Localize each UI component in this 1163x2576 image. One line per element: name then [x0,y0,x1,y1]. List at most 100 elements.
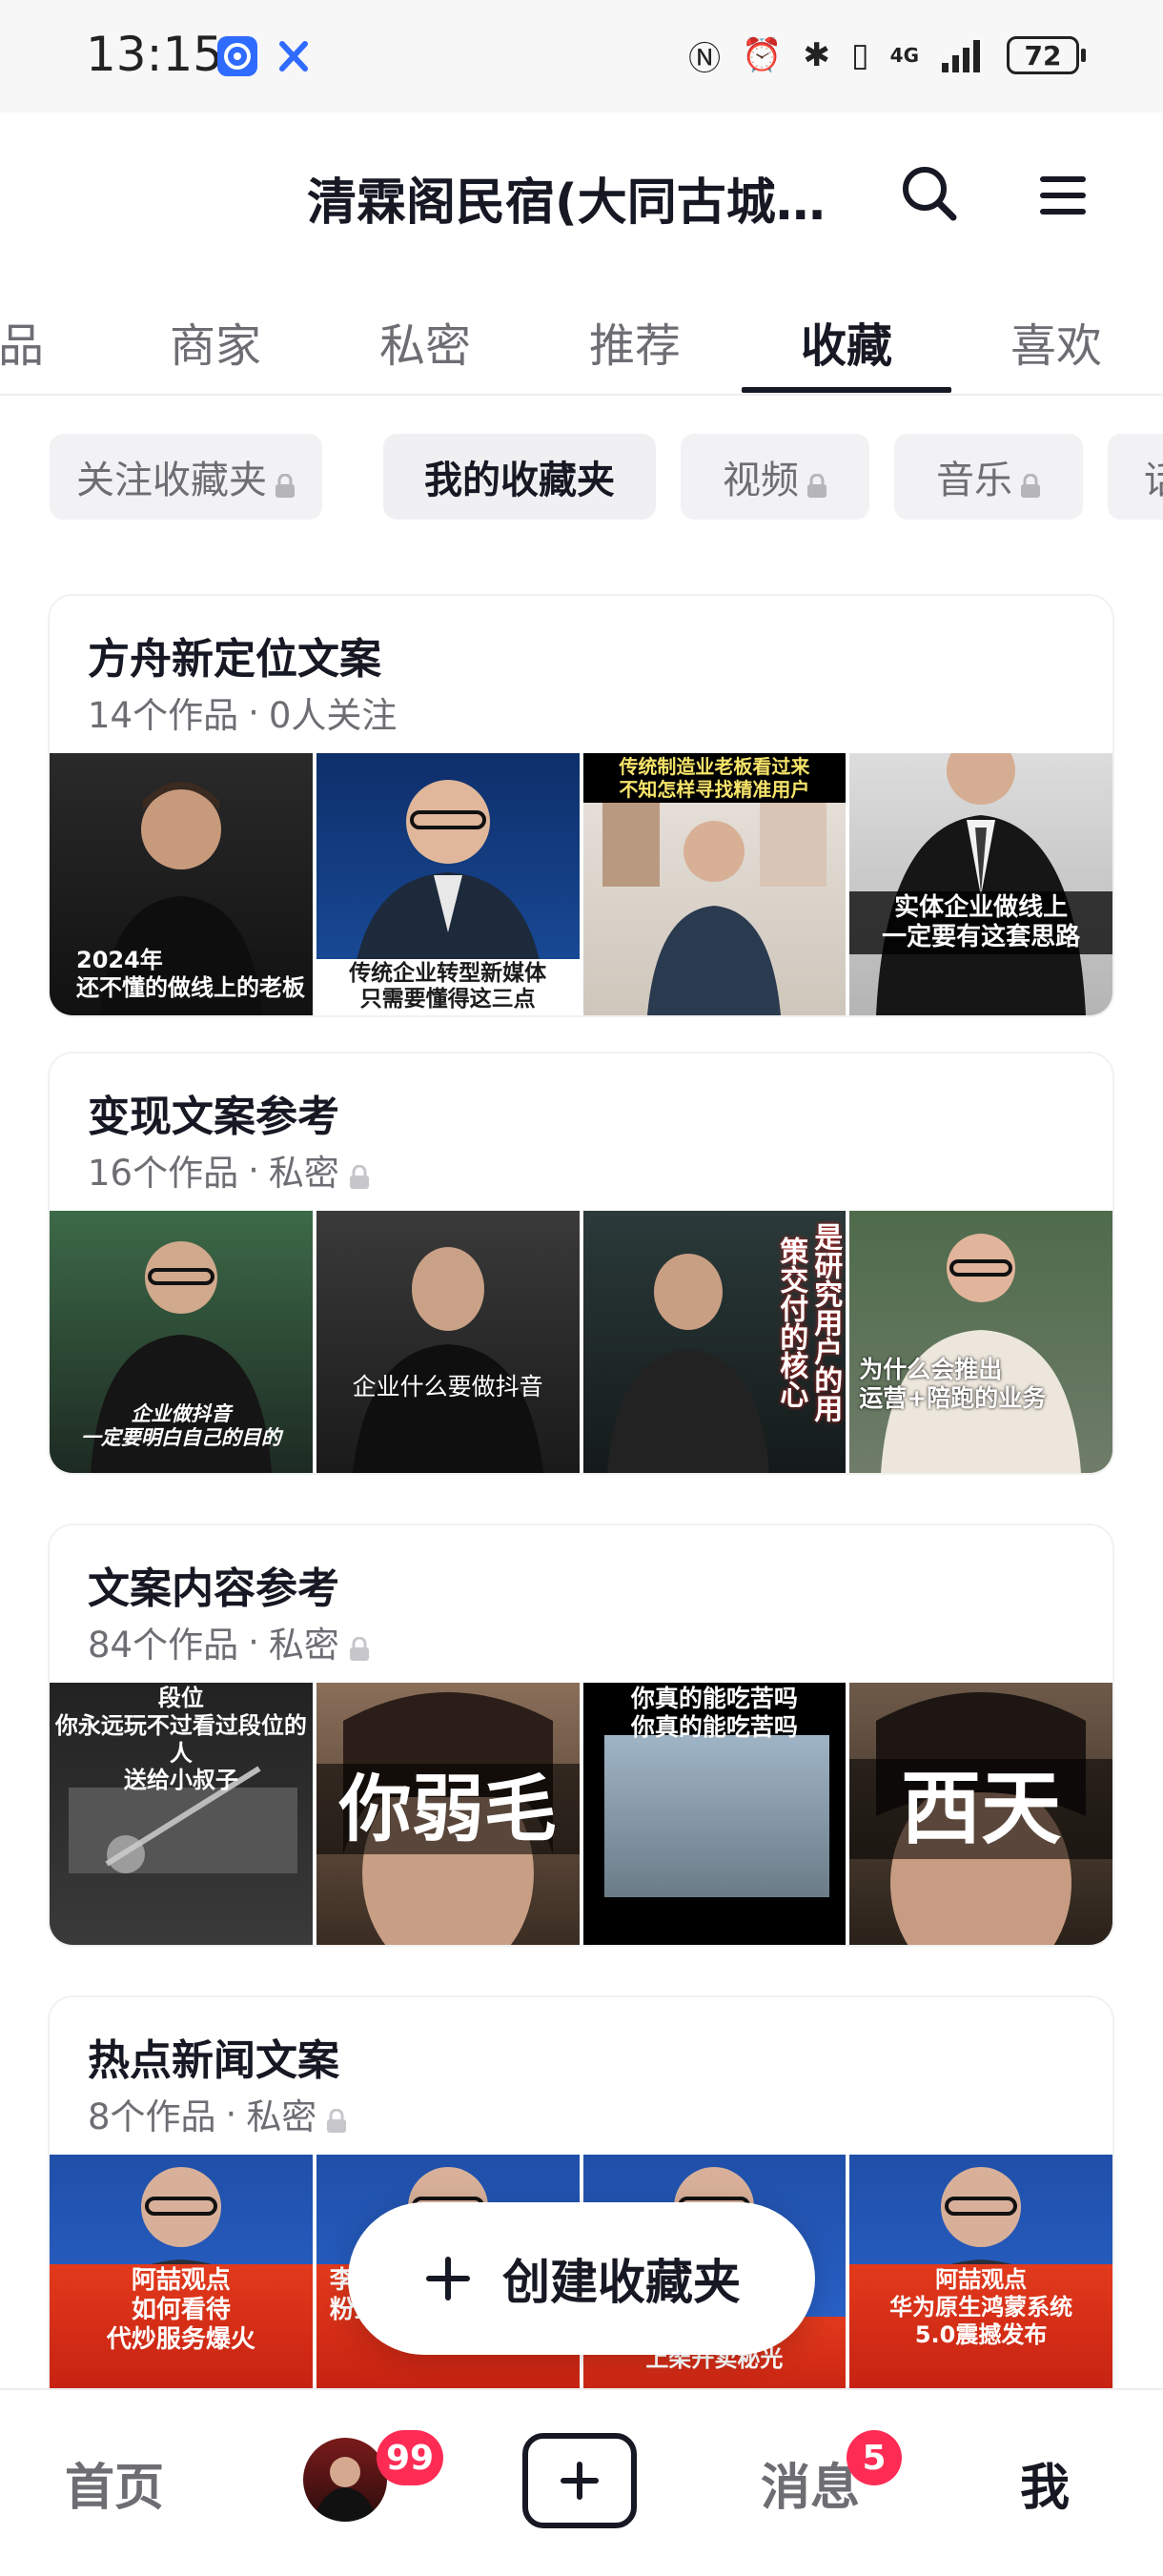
person-image [876,753,1087,1015]
folder-card[interactable]: 方舟新定位文案 14个作品 · 0人关注 2024年 还不懂的做线上的老板 传统… [50,596,1112,1015]
network-label: 4G [889,44,919,67]
hamburger-icon [1040,176,1086,215]
tab-merchant[interactable]: 商家 [170,308,261,375]
chip-label: 关注收藏夹 [76,459,267,502]
person-image [606,1254,769,1473]
signal-icon [942,40,980,72]
lock-icon [326,2101,347,2133]
nav-messages[interactable]: 消息 [761,2447,860,2519]
video-thumbnail[interactable]: 企业什么要做抖音 [316,1211,580,1473]
nav-home[interactable]: 首页 [65,2447,164,2519]
folder-followers: 0人关注 [268,695,398,736]
profile-tabs: 品 商家 私密 推荐 收藏 喜欢 [0,291,1163,396]
x-notification-icon [276,36,311,76]
video-thumbnail[interactable]: 是研究用户的用 策交付的核心 [582,1211,847,1473]
folder-card[interactable]: 文案内容参考 84个作品 · 私密 段位 你永远玩不过看过段位的人 送给小叔子 … [50,1525,1112,1945]
folder-privacy: 私密 [268,1625,339,1666]
lock-icon [349,1629,370,1661]
avatar-image [313,2457,377,2522]
thumbnail-caption: 传统制造业老板看过来 不知怎样寻找精准用户 [582,753,847,803]
thumbnail-caption: 2024年 还不懂的做线上的老板 [76,947,305,1002]
page-title: 清霖阁民宿(大同古城… [307,174,826,232]
chip-label: 音乐 [936,459,1012,502]
tab-works[interactable]: 品 [0,308,44,375]
chip-topics[interactable]: 话 [1108,434,1163,520]
video-thumbnail[interactable]: 阿喆观点 如何看待 代炒服务爆火 [50,2155,313,2417]
thumbnail-caption: 西天 [849,1759,1112,1859]
folder-count: 84个作品 [88,1625,239,1666]
alarm-icon: ⏰ [742,36,783,74]
plus-icon [561,2462,599,2500]
folder-name: 方舟新定位文案 [88,635,381,684]
folder-thumbnails: 段位 你永远玩不过看过段位的人 送给小叔子 你弱毛 你真的能吃苦吗 你真的能吃苦… [50,1683,1112,1945]
video-thumbnail[interactable]: 传统企业转型新媒体 只需要懂得这三点 [316,753,580,1015]
video-thumbnail[interactable]: 为什么会推出 运营+陪跑的业务 [849,1211,1112,1473]
avatar-notification-badge: 99 [377,2430,444,2485]
lock-icon [806,464,827,498]
plus-icon [426,2257,470,2300]
chip-followed-folders[interactable]: 关注收藏夹 [50,434,322,520]
folder-name: 变现文案参考 [88,1093,339,1141]
folder-name: 热点新闻文案 [88,2036,339,2085]
meta-separator: · [248,1621,259,1663]
bottom-nav: 首页 99 消息 5 我 [0,2388,1163,2576]
chip-my-folders[interactable]: 我的收藏夹 [383,434,656,520]
person-image [352,1247,543,1473]
tab-likes[interactable]: 喜欢 [1010,308,1102,375]
person-image [881,1234,1082,1473]
tab-private[interactable]: 私密 [379,308,471,375]
battery-indicator: 72 [1007,36,1086,74]
thumbnail-caption: 实体企业做线上 一定要有这套思路 [849,891,1112,955]
tabs-divider [0,394,1163,396]
folder-meta: 84个作品 · 私密 [88,1616,370,1667]
folder-meta: 14个作品 · 0人关注 [88,686,397,738]
video-thumbnail[interactable]: 企业做抖音 一定要明白自己的目的 [50,1211,313,1473]
person-image [352,780,543,982]
status-time: 13:15 [86,27,224,82]
video-thumbnail[interactable]: 你真的能吃苦吗 你真的能吃苦吗 [582,1683,847,1945]
folder-count: 14个作品 [88,695,239,736]
menu-button[interactable] [1034,167,1092,224]
search-icon [903,167,957,221]
video-thumbnail[interactable]: 2024年 还不懂的做线上的老板 [50,753,313,1015]
status-icons: Ⓝ ⏰ ✱ ▯ 4G 72 [688,29,1163,82]
video-thumbnail[interactable]: 实体企业做线上 一定要有这套思路 [849,753,1112,1015]
thumbnail-caption: 企业做抖音 一定要明白自己的目的 [80,1401,281,1449]
search-button[interactable] [896,160,963,227]
avatar[interactable] [303,2438,387,2522]
folder-thumbnails: 2024年 还不懂的做线上的老板 传统企业转型新媒体 只需要懂得这三点 传统制造… [50,753,1112,1015]
create-folder-label: 创建收藏夹 [502,2255,741,2310]
lock-icon [1020,464,1041,498]
video-thumbnail[interactable]: 阿喆观点 华为原生鸿蒙系统 5.0震撼发布 [849,2155,1112,2417]
tab-recommend[interactable]: 推荐 [589,308,681,375]
chip-label: 我的收藏夹 [424,459,615,502]
chip-videos[interactable]: 视频 [681,434,869,520]
thumbnail-caption: 段位 你永远玩不过看过段位的人 送给小叔子 [54,1685,307,1794]
chip-label: 视频 [723,459,799,502]
folder-count: 16个作品 [88,1153,239,1194]
thumbnail-caption: 传统企业转型新媒体 只需要懂得这三点 [316,958,580,1015]
folder-meta: 8个作品 · 私密 [88,2088,347,2139]
thumbnail-caption: 是研究用户的用 策交付的核心 [774,1222,843,1422]
chip-music[interactable]: 音乐 [894,434,1083,520]
tab-favorites[interactable]: 收藏 [801,308,892,375]
video-thumbnail[interactable]: 传统制造业老板看过来 不知怎样寻找精准用户 [582,753,847,1015]
video-thumbnail[interactable]: 你弱毛 [316,1683,580,1945]
folder-card[interactable]: 变现文案参考 16个作品 · 私密 企业做抖音 一定要明白自己的目的 企业什么要… [50,1053,1112,1473]
chip-label: 话 [1144,449,1163,504]
publish-button[interactable] [522,2433,637,2528]
meta-separator: · [248,1149,259,1191]
nav-me[interactable]: 我 [1020,2447,1070,2519]
folder-privacy: 私密 [246,2096,317,2137]
create-folder-button[interactable]: 创建收藏夹 [348,2202,815,2355]
video-thumbnail[interactable]: 西天 [849,1683,1112,1945]
thumbnail-caption: 你弱毛 [316,1764,580,1855]
folder-privacy: 私密 [268,1153,339,1194]
lock-icon [275,464,296,498]
folder-count: 8个作品 [88,2096,216,2137]
street-photo [603,1735,829,1897]
nfc-icon: Ⓝ [688,39,722,78]
app-notification-icon [217,36,257,76]
person-image [647,821,782,1015]
video-thumbnail[interactable]: 段位 你永远玩不过看过段位的人 送给小叔子 [50,1683,313,1945]
